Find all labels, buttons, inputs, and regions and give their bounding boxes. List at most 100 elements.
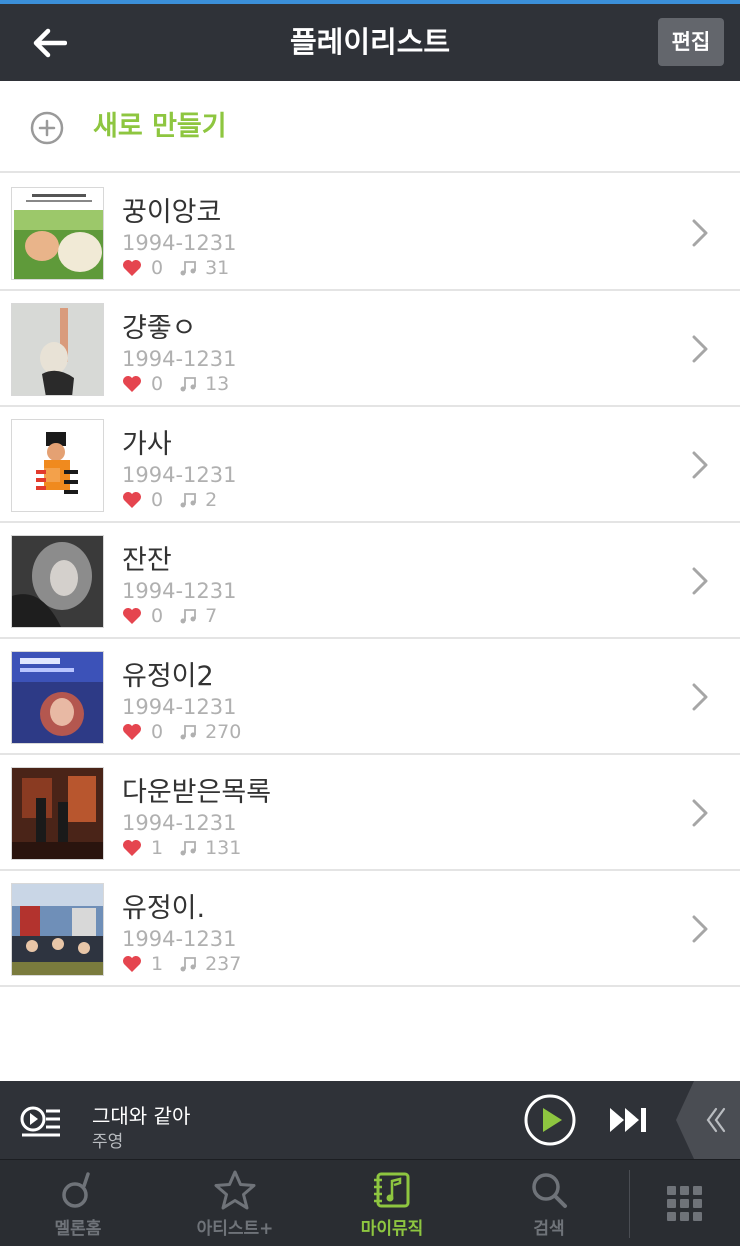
melon-home-icon: [62, 1172, 90, 1208]
my-music-icon: [374, 1172, 410, 1208]
playlist-item[interactable]: 걍좋ㅇ 1994-1231 0 13: [0, 291, 740, 407]
music-note-icon: [180, 609, 196, 624]
playlist-item[interactable]: 잔잔 1994-1231 0 7: [0, 523, 740, 639]
playlist-date: 1994-1231: [122, 927, 237, 951]
track-count: 7: [205, 605, 218, 627]
chevron-right-icon: [692, 567, 708, 595]
heart-icon: [123, 840, 141, 856]
playlist-title: 유정이.: [122, 893, 206, 924]
track-count: 31: [205, 257, 230, 279]
album-cover: [11, 883, 104, 976]
heart-icon: [123, 608, 141, 624]
tab-label: 검색: [533, 1219, 565, 1239]
header-bar: 플레이리스트 편집: [0, 4, 740, 81]
star-icon: [214, 1170, 256, 1210]
playlist-stats: 0 2: [122, 488, 217, 512]
now-playing-artist: 주영: [92, 1132, 124, 1152]
menu-button[interactable]: [630, 1160, 740, 1246]
like-count: 1: [151, 953, 164, 975]
playlist-list: 꿍이앙코 1994-1231 0 31 걍좋ㅇ 1994-1231 0 13 가…: [0, 175, 740, 987]
heart-icon: [123, 260, 141, 276]
playlist-title: 가사: [122, 429, 172, 460]
tab-label: 아티스트+: [196, 1219, 274, 1239]
album-cover: [11, 651, 104, 744]
track-count: 131: [205, 837, 242, 859]
album-cover: [11, 303, 104, 396]
music-note-icon: [180, 261, 196, 276]
track-count: 2: [205, 489, 218, 511]
playlist-title: 꿍이앙코: [122, 197, 222, 228]
album-cover: [11, 419, 104, 512]
music-note-icon: [180, 725, 196, 740]
double-chevron-left-icon[interactable]: [676, 1081, 740, 1159]
chevron-right-icon: [692, 683, 708, 711]
playlist-item[interactable]: 유정이. 1994-1231 1 237: [0, 871, 740, 987]
heart-icon: [123, 376, 141, 392]
tab-search[interactable]: 검색: [479, 1160, 619, 1246]
chevron-right-icon: [692, 915, 708, 943]
tab-label: 마이뮤직: [360, 1219, 424, 1239]
playlist-title: 걍좋ㅇ: [122, 313, 197, 344]
heart-icon: [123, 724, 141, 740]
playlist-date: 1994-1231: [122, 347, 237, 371]
mini-player: 그대와 같아 주영: [0, 1081, 740, 1159]
playlist-item[interactable]: 유정이2 1994-1231 0 270: [0, 639, 740, 755]
track-count: 270: [205, 721, 242, 743]
add-circle-icon: [30, 111, 64, 145]
like-count: 0: [151, 257, 164, 279]
heart-icon: [123, 956, 141, 972]
album-cover: [11, 187, 104, 280]
playlist-stats: 0 13: [122, 372, 229, 396]
playlist-title: 다운받은목록: [122, 777, 272, 808]
like-count: 0: [151, 489, 164, 511]
like-count: 1: [151, 837, 164, 859]
playlist-stats: 1 237: [122, 952, 241, 976]
playlist-stats: 0 7: [122, 604, 217, 628]
next-track-button[interactable]: [608, 1105, 650, 1135]
play-button[interactable]: [524, 1094, 576, 1146]
tab-my-music[interactable]: 마이뮤직: [322, 1160, 462, 1246]
now-playing-list-icon[interactable]: [20, 1099, 62, 1141]
playlist-item[interactable]: 다운받은목록 1994-1231 1 131: [0, 755, 740, 871]
playlist-date: 1994-1231: [122, 811, 237, 835]
edit-button[interactable]: 편집: [658, 18, 724, 66]
music-note-icon: [180, 377, 196, 392]
music-note-icon: [180, 493, 196, 508]
like-count: 0: [151, 605, 164, 627]
playlist-date: 1994-1231: [122, 231, 237, 255]
like-count: 0: [151, 721, 164, 743]
playlist-stats: 0 270: [122, 720, 241, 744]
like-count: 0: [151, 373, 164, 395]
bottom-tab-bar: 멜론홈 아티스트+ 마이뮤직 검색: [0, 1159, 740, 1246]
playlist-date: 1994-1231: [122, 695, 237, 719]
tab-melon-home[interactable]: 멜론홈: [8, 1160, 148, 1246]
tab-label: 멜론홈: [54, 1219, 102, 1239]
back-button[interactable]: [26, 20, 72, 66]
new-playlist-button[interactable]: 새로 만들기: [0, 81, 740, 173]
playlist-title: 유정이2: [122, 661, 214, 692]
back-arrow-icon: [33, 28, 67, 58]
chevron-right-icon: [692, 799, 708, 827]
grid-menu-icon: [667, 1186, 702, 1221]
heart-icon: [123, 492, 141, 508]
playlist-item[interactable]: 꿍이앙코 1994-1231 0 31: [0, 175, 740, 291]
playlist-date: 1994-1231: [122, 579, 237, 603]
page-title: 플레이리스트: [289, 25, 451, 59]
music-note-icon: [180, 841, 196, 856]
chevron-right-icon: [692, 451, 708, 479]
album-cover: [11, 535, 104, 628]
tab-artist-plus[interactable]: 아티스트+: [165, 1160, 305, 1246]
playlist-title: 잔잔: [122, 545, 172, 576]
now-playing-title[interactable]: 그대와 같아: [92, 1100, 190, 1129]
playlist-item[interactable]: 가사 1994-1231 0 2: [0, 407, 740, 523]
album-cover: [11, 767, 104, 860]
chevron-right-icon: [692, 219, 708, 247]
track-count: 13: [205, 373, 230, 395]
music-note-icon: [180, 957, 196, 972]
playlist-stats: 0 31: [122, 256, 229, 280]
playlist-date: 1994-1231: [122, 463, 237, 487]
new-playlist-label: 새로 만들기: [93, 111, 227, 142]
playlist-stats: 1 131: [122, 836, 241, 860]
search-icon: [532, 1173, 567, 1208]
chevron-right-icon: [692, 335, 708, 363]
